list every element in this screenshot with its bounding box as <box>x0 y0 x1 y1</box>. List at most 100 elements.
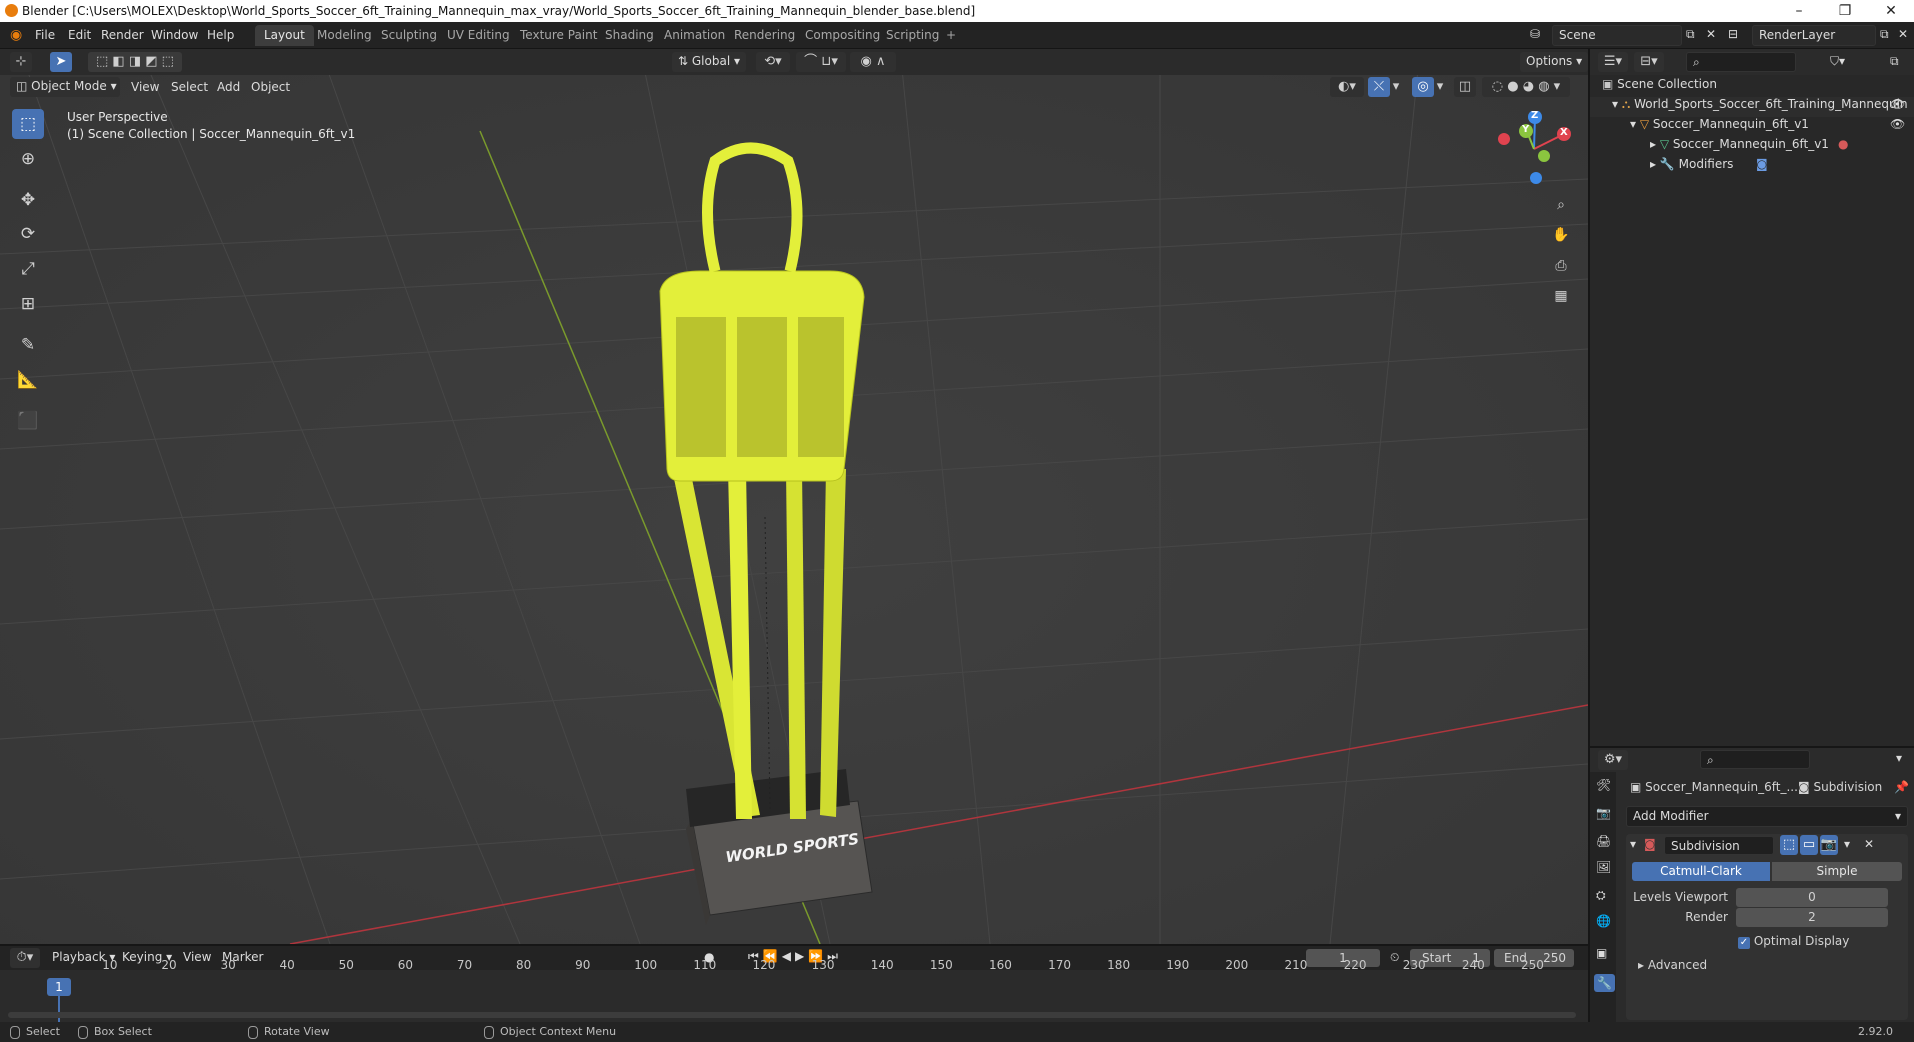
blender-menu-icon[interactable]: ◉ <box>10 27 22 43</box>
pin-icon[interactable]: 📌 <box>1894 780 1909 794</box>
expand-collapse-icon[interactable]: ▾ <box>1612 97 1618 111</box>
gizmo-dropdown-icon[interactable]: ▾ <box>1390 77 1402 97</box>
add-modifier-dropdown[interactable]: Add Modifier ▾ <box>1626 806 1908 827</box>
display-mode-icon[interactable]: ⊟▾ <box>1634 52 1664 72</box>
perspective-toggle-icon[interactable]: ▦ <box>1548 283 1574 309</box>
navigation-gizmo[interactable]: Z X Y <box>1496 110 1572 187</box>
remove-modifier-icon[interactable]: ✕ <box>1864 837 1874 851</box>
outliner-editor-type-icon[interactable]: ☰▾ <box>1598 52 1628 72</box>
tab-layout[interactable]: Layout <box>255 25 314 46</box>
menu-help[interactable]: Help <box>207 28 234 42</box>
object-tab-icon[interactable]: ▣ <box>1596 946 1607 960</box>
xray-toggle-icon[interactable]: ◫ <box>1454 77 1476 97</box>
properties-modifier-tab[interactable]: ◙ Subdivision <box>1798 780 1882 794</box>
expand-icon[interactable]: ▸ <box>1650 157 1656 171</box>
close-window-button[interactable]: ✕ <box>1868 0 1914 22</box>
delete-scene-icon[interactable]: ✕ <box>1706 27 1716 41</box>
modifier-tab-icon[interactable]: 🔧 <box>1594 974 1615 992</box>
output-tab-icon[interactable]: 🖨 <box>1596 834 1611 848</box>
outliner-search-input[interactable]: ⌕ <box>1686 52 1796 72</box>
outliner-row-modifiers[interactable]: ▸ 🔧 Modifiers ◙ <box>1590 157 1914 177</box>
outliner-row-collection[interactable]: ▾ ⛬ World_Sports_Soccer_6ft_Training_Man… <box>1590 97 1914 117</box>
view-layer-selector[interactable]: RenderLayer <box>1752 25 1876 46</box>
delete-view-layer-icon[interactable]: ✕ <box>1898 27 1908 41</box>
scale-tool-icon[interactable]: ⤢ <box>12 254 44 284</box>
view-layer-tab-icon[interactable]: 🖼 <box>1596 860 1611 874</box>
move-tool-icon[interactable]: ✥ <box>12 185 44 215</box>
viewport-menu-object[interactable]: Object <box>251 80 290 94</box>
snapping-icon[interactable]: ⌒ ⊔▾ <box>796 52 846 72</box>
outliner-row-mesh[interactable]: ▸ ▽ Soccer_Mannequin_6ft_v1 ● <box>1590 137 1914 157</box>
modifier-menu-icon[interactable]: ▾ <box>1844 837 1850 851</box>
select-mode-icon[interactable]: ➤ <box>50 52 72 72</box>
properties-object-name[interactable]: ▣ Soccer_Mannequin_6ft_... <box>1630 780 1798 794</box>
tab-animation[interactable]: Animation <box>655 25 734 46</box>
new-scene-icon[interactable]: ⧉ <box>1686 27 1695 42</box>
properties-editor-type-icon[interactable]: ⚙▾ <box>1598 750 1628 770</box>
playhead-frame-label[interactable]: 1 <box>47 978 71 996</box>
editor-type-icon[interactable]: ⊹ <box>10 52 32 72</box>
object-mode-dropdown[interactable]: ◫ Object Mode ▾ <box>10 77 120 97</box>
expand-collapse-icon[interactable]: ▾ <box>1630 117 1636 131</box>
collapse-modifier-icon[interactable]: ▾ <box>1630 837 1636 851</box>
catmull-clark-button[interactable]: Catmull-Clark <box>1632 862 1770 881</box>
annotate-tool-icon[interactable]: ✎ <box>12 330 44 360</box>
transform-orientation-dropdown[interactable]: ⇅ Global ▾ <box>672 52 746 72</box>
filter-icon[interactable]: ⛉▾ <box>1830 54 1845 69</box>
render-tab-icon[interactable]: 📷 <box>1596 806 1611 820</box>
properties-options-icon[interactable]: ▾ <box>1896 751 1902 765</box>
cursor-tool-icon[interactable]: ⊕ <box>12 144 44 174</box>
viewport-toggle-icon[interactable]: ▭ <box>1800 835 1818 855</box>
tab-texture-paint[interactable]: Texture Paint <box>511 25 606 46</box>
maximize-button[interactable]: ❐ <box>1822 0 1868 22</box>
pan-view-icon[interactable]: ✋ <box>1548 222 1574 248</box>
shading-mode-buttons[interactable]: ◌ ● ◕ ◍ ▾ <box>1482 77 1570 97</box>
viewport-menu-add[interactable]: Add <box>217 80 240 94</box>
modifier-name-field[interactable]: Subdivision <box>1664 836 1774 855</box>
pivot-point-icon[interactable]: ⟲▾ <box>756 52 790 72</box>
tab-shading[interactable]: Shading <box>596 25 663 46</box>
expand-icon[interactable]: ▸ <box>1650 137 1656 151</box>
overlays-toggle-icon[interactable]: ◎ <box>1412 77 1434 97</box>
gizmo-toggle-icon[interactable]: ⤬ <box>1368 77 1390 97</box>
visibility-eye-icon[interactable]: 👁 <box>1890 97 1905 111</box>
menu-render[interactable]: Render <box>101 28 144 42</box>
tool-tab-icon[interactable]: 🛠 <box>1596 778 1611 792</box>
menu-window[interactable]: Window <box>151 28 198 42</box>
visibility-eye-icon[interactable]: 👁 <box>1890 117 1905 131</box>
optimal-display-checkbox[interactable]: ✓ Optimal Display <box>1738 934 1849 949</box>
tab-modeling[interactable]: Modeling <box>308 25 381 46</box>
menu-file[interactable]: File <box>35 28 55 42</box>
tab-rendering[interactable]: Rendering <box>725 25 804 46</box>
tab-sculpting[interactable]: Sculpting <box>372 25 446 46</box>
transform-tool-icon[interactable]: ⊞ <box>12 289 44 319</box>
render-toggle-icon[interactable]: 📷 <box>1820 835 1838 855</box>
viewport-menu-select[interactable]: Select <box>171 80 208 94</box>
overlays-dropdown-icon[interactable]: ▾ <box>1434 77 1446 97</box>
add-cube-tool-icon[interactable]: ⬛ <box>12 406 44 436</box>
select-box-tool-icon[interactable]: ⬚ <box>12 109 44 139</box>
tab-uv-editing[interactable]: UV Editing <box>438 25 519 46</box>
new-view-layer-icon[interactable]: ⧉ <box>1880 27 1889 42</box>
minimize-button[interactable]: – <box>1776 0 1822 22</box>
tab-compositing[interactable]: Compositing <box>796 25 889 46</box>
levels-viewport-field[interactable]: 0 <box>1736 888 1888 907</box>
visibility-filter-icon[interactable]: ◐▾ <box>1330 77 1364 97</box>
render-levels-field[interactable]: 2 <box>1736 908 1888 927</box>
menu-edit[interactable]: Edit <box>68 28 91 42</box>
selection-mode-buttons[interactable]: ⬚ ◧ ◨ ◩ ⬚ <box>88 52 182 72</box>
measure-tool-icon[interactable]: 📐 <box>12 365 44 395</box>
properties-search-input[interactable]: ⌕ <box>1700 750 1810 769</box>
edit-mode-toggle-icon[interactable]: ⬚ <box>1780 835 1798 855</box>
new-collection-icon[interactable]: ⧉ <box>1890 54 1899 69</box>
outliner-row-object[interactable]: ▾ ▽ Soccer_Mannequin_6ft_v1 👁 <box>1590 117 1914 137</box>
scene-selector[interactable]: Scene <box>1552 25 1682 46</box>
outliner-scene-collection[interactable]: ▣ Scene Collection <box>1590 77 1914 97</box>
timeline-scrollbar[interactable] <box>8 1012 1576 1018</box>
camera-view-icon[interactable]: ⎙ <box>1548 253 1574 279</box>
advanced-section[interactable]: ▸ Advanced <box>1638 958 1707 972</box>
options-dropdown[interactable]: Options ▾ <box>1520 52 1589 72</box>
3d-viewport[interactable]: WORLD SPORTS User Perspective (1) Scene … <box>0 49 1588 944</box>
zoom-view-icon[interactable]: ⌕ <box>1548 192 1574 218</box>
world-tab-icon[interactable]: 🌐 <box>1596 914 1611 928</box>
